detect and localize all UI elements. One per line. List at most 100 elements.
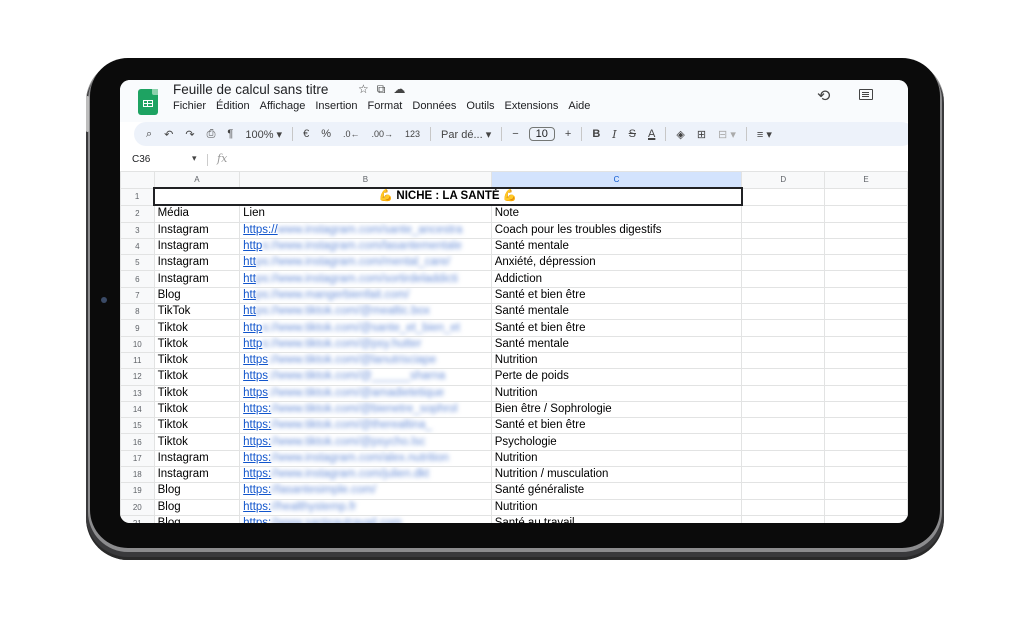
font-size-decrease-button[interactable]: −: [506, 128, 524, 140]
cell[interactable]: [741, 498, 826, 516]
cell-media[interactable]: Instagram: [153, 254, 241, 272]
comment-icon[interactable]: [859, 89, 873, 100]
link-prefix[interactable]: https:: [243, 501, 271, 513]
cell-link[interactable]: https://healthystemp.fr: [239, 498, 492, 516]
cell-media[interactable]: Tiktok: [153, 335, 241, 353]
chevron-down-icon[interactable]: ▾: [192, 153, 197, 164]
cell-link[interactable]: https://lasantesimple.com/: [239, 482, 492, 500]
star-icon[interactable]: ☆: [358, 82, 377, 96]
cell-media[interactable]: Blog: [153, 482, 241, 500]
link-prefix[interactable]: htt: [243, 289, 256, 301]
number-format-button[interactable]: 123: [399, 129, 426, 139]
header-cell-media[interactable]: Média: [153, 204, 241, 223]
column-header-c[interactable]: C: [490, 171, 743, 189]
column-header-d[interactable]: D: [741, 171, 826, 189]
row-number[interactable]: 14: [120, 400, 155, 419]
cell-link[interactable]: https://www.tiktok.com/@bienetre_sophrol: [239, 400, 492, 419]
borders-icon[interactable]: ⊞: [691, 128, 712, 141]
cell[interactable]: [824, 351, 908, 370]
cell-note[interactable]: Anxiété, dépression: [490, 254, 743, 272]
cell[interactable]: [741, 384, 826, 402]
cell-note[interactable]: Santé généraliste: [490, 482, 743, 500]
history-icon[interactable]: ⟲: [817, 86, 830, 106]
cell-note[interactable]: Psychologie: [490, 433, 743, 451]
cell-link[interactable]: https://www.tiktok.com/@______sharna: [239, 368, 492, 386]
cell[interactable]: [824, 449, 908, 468]
menu-edition[interactable]: Édition: [216, 100, 250, 112]
link-prefix[interactable]: htt: [243, 273, 256, 285]
row-number[interactable]: 19: [120, 482, 155, 500]
row-number[interactable]: 6: [120, 270, 155, 288]
row-number[interactable]: 10: [120, 335, 155, 353]
cell-media[interactable]: Instagram: [153, 466, 241, 484]
cell-note[interactable]: Santé mentale: [490, 237, 743, 256]
link-prefix[interactable]: https://: [243, 224, 278, 236]
link-blurred[interactable]: s://www.tiktok.com/@psy.hutter: [262, 338, 421, 350]
cell-media[interactable]: Tiktok: [153, 384, 241, 402]
cell[interactable]: [741, 482, 826, 500]
cell-link[interactable]: https://www.instagram.com/sante_ancestra: [239, 221, 492, 239]
cell-link[interactable]: https://www.instagram.com/lasantementale: [239, 237, 492, 256]
redo-icon[interactable]: ↷: [179, 128, 200, 141]
menu-format[interactable]: Format: [368, 100, 403, 112]
link-prefix[interactable]: http: [243, 322, 262, 334]
cell-note[interactable]: Coach pour les troubles digestifs: [490, 221, 743, 239]
row-number[interactable]: 12: [120, 368, 155, 386]
link-prefix[interactable]: https:: [243, 468, 271, 480]
cell[interactable]: [741, 351, 826, 370]
search-menus-icon[interactable]: ⌕: [140, 128, 158, 141]
link-prefix[interactable]: https:: [243, 452, 271, 464]
link-blurred[interactable]: //www.tiktok.com/@psycho.lsc: [271, 436, 425, 448]
currency-format-button[interactable]: €: [297, 128, 315, 140]
cell[interactable]: [824, 204, 908, 223]
cell-media[interactable]: Tiktok: [153, 351, 241, 370]
link-blurred[interactable]: //healthystemp.fr: [271, 501, 356, 513]
cell[interactable]: [824, 237, 908, 256]
cell[interactable]: [741, 466, 826, 484]
horizontal-align-icon[interactable]: ≡ ▾: [751, 128, 778, 141]
cell-link[interactable]: https://www.instagram.com/sortirdeladdic…: [239, 270, 492, 288]
cell-media[interactable]: Instagram: [153, 270, 241, 288]
menu-outils[interactable]: Outils: [466, 100, 494, 112]
row-number[interactable]: 11: [120, 351, 155, 370]
cell-media[interactable]: Instagram: [153, 237, 241, 256]
row-number[interactable]: 1: [120, 187, 155, 206]
row-number[interactable]: 2: [120, 204, 155, 223]
name-box[interactable]: C36: [132, 154, 150, 165]
cell-link[interactable]: https://www.tiktok.com/@psy.hutter: [239, 335, 492, 353]
cell-media[interactable]: Blog: [153, 286, 241, 305]
link-blurred[interactable]: ://www.tiktok.com/@amadietetique: [268, 387, 444, 399]
sheets-logo-icon[interactable]: [138, 89, 158, 115]
header-cell-note[interactable]: Note: [490, 204, 743, 223]
cell[interactable]: [824, 368, 908, 386]
cell[interactable]: [741, 286, 826, 305]
link-blurred[interactable]: ps://www.tiktok.com/@mealtic.box: [256, 305, 430, 317]
cell[interactable]: [824, 270, 908, 288]
menu-fichier[interactable]: Fichier: [173, 100, 206, 112]
row-number[interactable]: 20: [120, 498, 155, 516]
link-prefix[interactable]: http: [243, 240, 262, 252]
row-number[interactable]: 5: [120, 254, 155, 272]
cell-media[interactable]: Instagram: [153, 221, 241, 239]
cell-note[interactable]: Santé et bien être: [490, 286, 743, 305]
cell-note[interactable]: Santé mentale: [490, 335, 743, 353]
row-number[interactable]: 18: [120, 466, 155, 484]
row-number[interactable]: 17: [120, 449, 155, 468]
link-blurred[interactable]: ://www.tiktok.com/@______sharna: [268, 370, 445, 382]
cell[interactable]: [824, 384, 908, 402]
column-header-e[interactable]: E: [824, 171, 908, 189]
link-prefix[interactable]: https: [243, 370, 268, 382]
font-select[interactable]: Par dé... ▾: [435, 128, 497, 141]
link-blurred[interactable]: ps://www.instagram.com/sortirdeladdicti: [256, 273, 458, 285]
cell-link[interactable]: https://www.santeautravail.com: [239, 514, 492, 523]
cell[interactable]: [824, 466, 908, 484]
cell-note[interactable]: Santé et bien être: [490, 417, 743, 435]
link-blurred[interactable]: s://www.instagram.com/lasantementale: [262, 240, 461, 252]
link-blurred[interactable]: //www.instagram.com/julien.dkt: [271, 468, 429, 480]
cell-note[interactable]: Nutrition / musculation: [490, 466, 743, 484]
cell[interactable]: [824, 335, 908, 353]
cell-note[interactable]: Bien être / Sophrologie: [490, 400, 743, 419]
cell-note[interactable]: Perte de poids: [490, 368, 743, 386]
cell-note[interactable]: Nutrition: [490, 384, 743, 402]
cell-link[interactable]: https://www.instagram.com/mental_care/: [239, 254, 492, 272]
